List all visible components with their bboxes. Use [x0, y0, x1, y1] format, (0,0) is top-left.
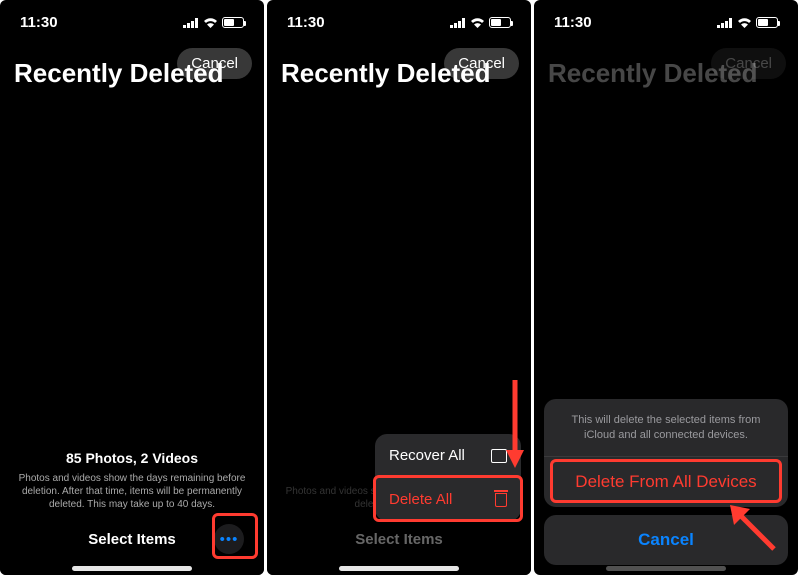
thumbnail[interactable]: 29 days	[89, 168, 176, 258]
thumbnail-invitation[interactable]: Invitation From Unknown SenderYou have b…	[444, 168, 531, 258]
footer: 85 Photos, 2 Videos Photos and videos sh…	[0, 440, 264, 575]
thumbnail[interactable]: 29 days	[356, 78, 443, 168]
home-indicator[interactable]	[606, 566, 726, 571]
thumbnail[interactable]: 29 days	[0, 258, 87, 348]
signal-icon	[717, 17, 733, 28]
more-options-button[interactable]: •••	[214, 524, 244, 554]
thumbnail[interactable]: 29 days	[267, 168, 354, 258]
summary-count: 85 Photos, 2 Videos	[14, 450, 250, 466]
battery-icon	[222, 17, 244, 28]
thumbnail[interactable]: 29 days	[267, 258, 354, 348]
thumbnail[interactable]: 29 days	[444, 258, 531, 348]
phone-screen-2: 11:30 Cancel Recently Deleted 29 days 29…	[267, 0, 531, 575]
page-title: Recently Deleted	[14, 58, 224, 89]
thumbnail[interactable]: 29 days	[267, 78, 354, 168]
thumbnail[interactable]: 29 days	[267, 348, 354, 438]
battery-icon	[489, 17, 511, 28]
thumbnail[interactable]: 29 days	[89, 258, 176, 348]
home-indicator[interactable]	[72, 566, 192, 571]
status-time: 11:30	[20, 14, 58, 31]
page-title: Recently Deleted	[548, 58, 758, 89]
select-items-button[interactable]: Select Items	[88, 531, 176, 548]
thumbnail[interactable]: 29 days	[0, 78, 87, 168]
thumbnail[interactable]: 29 days	[89, 348, 176, 438]
thumbnail[interactable]: 29 days	[89, 78, 176, 168]
wifi-icon	[470, 17, 485, 28]
status-bar: 11:30	[0, 0, 264, 44]
thumbnail-invitation[interactable]: Invitation From Unknown SenderYou have b…	[177, 168, 264, 258]
home-indicator[interactable]	[339, 566, 459, 571]
annotation-arrow	[722, 497, 782, 557]
alert-message: This will delete the selected items from…	[544, 399, 788, 456]
status-icons	[717, 17, 778, 28]
phone-screen-1: 11:30 Cancel Recently Deleted 29 days 29…	[0, 0, 264, 575]
thumbnail[interactable]: 29 days	[177, 258, 264, 348]
thumbnail[interactable]: 29 days	[356, 168, 443, 258]
delete-all-button[interactable]: Delete All	[375, 477, 521, 521]
ellipsis-icon: •••	[220, 531, 239, 548]
select-items-button[interactable]: Select Items	[355, 531, 443, 548]
thumbnail[interactable]: 29 days	[356, 348, 443, 438]
action-menu: Recover All Delete All	[375, 434, 521, 521]
signal-icon	[450, 17, 466, 28]
annotation-arrow	[503, 380, 527, 470]
wifi-icon	[203, 17, 218, 28]
signal-icon	[183, 17, 199, 28]
trash-icon	[495, 493, 507, 507]
status-icons	[450, 17, 511, 28]
thumbnail[interactable]: 29 days	[177, 78, 264, 168]
deletion-note: Photos and videos show the days remainin…	[14, 472, 250, 511]
wifi-icon	[737, 17, 752, 28]
recover-all-button[interactable]: Recover All	[375, 434, 521, 477]
thumbnail[interactable]: 29 days	[177, 348, 264, 438]
thumbnail[interactable]: 29 days	[444, 78, 531, 168]
thumbnail[interactable]: 29 days	[0, 168, 87, 258]
page-title: Recently Deleted	[281, 58, 491, 89]
status-bar: 11:30	[267, 0, 531, 44]
phone-screen-3: 11:30 Cancel Recently Deleted 29 days 29…	[534, 0, 798, 575]
status-icons	[183, 17, 244, 28]
status-time: 11:30	[554, 14, 592, 31]
status-time: 11:30	[287, 14, 325, 31]
status-bar: 11:30	[534, 0, 798, 44]
battery-icon	[756, 17, 778, 28]
thumbnail[interactable]: 29 days	[0, 348, 87, 438]
thumbnail[interactable]: 29 days	[356, 258, 443, 348]
